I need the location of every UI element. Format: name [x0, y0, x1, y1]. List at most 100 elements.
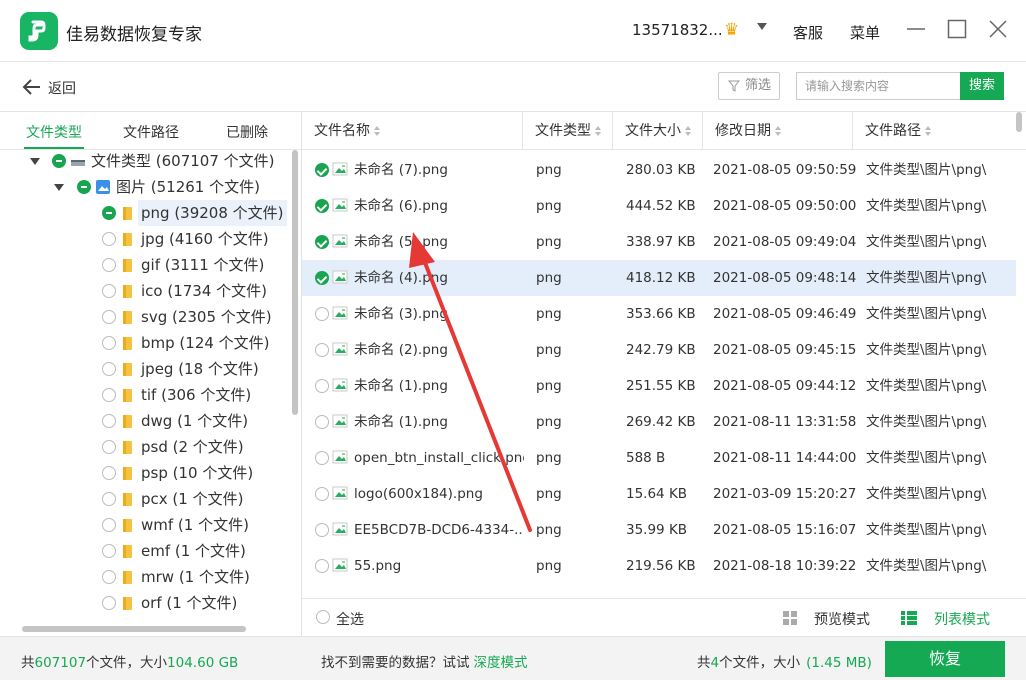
cell-path: 文件类型\图片\png\ — [866, 450, 987, 466]
table-footer: 全选 预览模式 列表模式 — [302, 598, 1026, 636]
row-checkbox[interactable] — [315, 523, 329, 537]
tree-checkbox[interactable] — [102, 284, 116, 298]
menu-button[interactable]: 菜单 — [850, 22, 880, 43]
cell-date: 2021-03-09 15:20:27 — [713, 486, 857, 502]
table-row[interactable]: 未命名 (7).png png 280.03 KB 2021-08-05 09:50:… — [302, 152, 1016, 188]
row-checkbox[interactable] — [315, 163, 329, 177]
tree-item[interactable]: svg (2305 个文件) — [0, 304, 290, 330]
preview-mode-button[interactable]: 预览模式 — [814, 609, 870, 629]
tree-label: 文件类型 (607107 个文件) — [91, 152, 275, 170]
expand-arrow-icon[interactable] — [54, 184, 64, 191]
filter-button[interactable]: 筛选 — [718, 72, 780, 100]
table-row[interactable]: 未命名 (6).png png 444.52 KB 2021-08-05 09:50:… — [302, 188, 1016, 224]
account-name[interactable]: 13571832... — [632, 21, 723, 39]
tree-checkbox[interactable] — [52, 154, 66, 168]
row-checkbox[interactable] — [315, 559, 329, 573]
search-button[interactable]: 搜索 — [960, 72, 1004, 100]
folder-icon — [123, 285, 132, 298]
grid-icon[interactable] — [783, 611, 797, 625]
tree-item[interactable]: psd (2 个文件) — [0, 434, 290, 460]
col-header-name[interactable]: 文件名称 — [302, 112, 523, 150]
row-checkbox[interactable] — [315, 343, 329, 357]
close-icon[interactable] — [987, 18, 1009, 40]
list-mode-button[interactable]: 列表模式 — [934, 609, 990, 629]
row-checkbox[interactable] — [315, 487, 329, 501]
tree-item[interactable]: psp (10 个文件) — [0, 460, 290, 486]
tree-item[interactable]: emf (1 个文件) — [0, 538, 290, 564]
tab-file-path[interactable]: 文件路径 — [123, 122, 179, 142]
tree-item[interactable]: orf (1 个文件) — [0, 590, 290, 616]
tree-checkbox[interactable] — [102, 388, 116, 402]
tree-item[interactable]: png (39208 个文件) — [0, 200, 290, 226]
list-icon[interactable] — [901, 611, 917, 625]
tree-checkbox[interactable] — [102, 362, 116, 376]
tree-root[interactable]: 文件类型 (607107 个文件) — [0, 148, 290, 174]
maximize-icon[interactable] — [946, 18, 968, 40]
tree-checkbox[interactable] — [102, 414, 116, 428]
select-all-label[interactable]: 全选 — [336, 609, 364, 629]
left-scrollbar[interactable] — [292, 150, 298, 415]
expand-arrow-icon[interactable] — [30, 158, 40, 165]
tree-checkbox[interactable] — [102, 518, 116, 532]
tree-item[interactable]: wmf (1 个文件) — [0, 512, 290, 538]
col-header-size[interactable]: 文件大小 — [613, 112, 703, 150]
tab-file-type[interactable]: 文件类型 — [26, 122, 82, 142]
cell-type: png — [536, 198, 562, 214]
tree-item[interactable]: bmp (124 个文件) — [0, 330, 290, 356]
tree-item-label: bmp (124 个文件) — [141, 334, 270, 352]
tree-checkbox[interactable] — [102, 596, 116, 610]
row-checkbox[interactable] — [315, 415, 329, 429]
row-checkbox[interactable] — [315, 451, 329, 465]
folder-icon — [123, 207, 132, 220]
tree-checkbox[interactable] — [102, 570, 116, 584]
select-all-checkbox[interactable] — [316, 610, 330, 624]
folder-icon — [123, 545, 132, 558]
row-checkbox[interactable] — [315, 271, 329, 285]
row-checkbox[interactable] — [315, 235, 329, 249]
tree-item[interactable]: jpg (4160 个文件) — [0, 226, 290, 252]
tree-checkbox[interactable] — [102, 466, 116, 480]
tree-item[interactable]: tif (306 个文件) — [0, 382, 290, 408]
tree-checkbox[interactable] — [77, 180, 91, 194]
cell-path: 文件类型\图片\png\ — [866, 558, 987, 574]
service-button[interactable]: 客服 — [793, 22, 823, 43]
tree-checkbox[interactable] — [102, 492, 116, 506]
tab-deleted[interactable]: 已删除 — [226, 122, 268, 142]
tree-item[interactable]: mrw (1 个文件) — [0, 564, 290, 590]
tree-images[interactable]: 图片 (51261 个文件) — [0, 174, 290, 200]
tree-checkbox[interactable] — [102, 440, 116, 454]
image-file-icon — [332, 198, 348, 212]
selection-summary: 共4个文件，大小 (1.45 MB) — [697, 655, 872, 671]
col-header-path[interactable]: 文件路径 — [853, 112, 1026, 150]
tree-item[interactable]: gif (3111 个文件) — [0, 252, 290, 278]
row-checkbox[interactable] — [315, 379, 329, 393]
tree-item[interactable]: dwg (1 个文件) — [0, 408, 290, 434]
folder-icon — [123, 415, 132, 428]
tree-checkbox[interactable] — [102, 232, 116, 246]
restore-button[interactable]: 恢复 — [885, 641, 1005, 677]
left-horizontal-scrollbar[interactable] — [22, 626, 246, 632]
cell-name: 未命名 (7).png — [354, 162, 448, 178]
table-scrollbar[interactable] — [1016, 112, 1022, 132]
col-header-date[interactable]: 修改日期 — [703, 112, 853, 150]
col-header-type[interactable]: 文件类型 — [523, 112, 613, 150]
row-checkbox[interactable] — [315, 199, 329, 213]
search-input[interactable] — [796, 72, 962, 100]
tree-checkbox[interactable] — [102, 544, 116, 558]
tree-checkbox[interactable] — [102, 258, 116, 272]
chevron-down-icon[interactable] — [757, 23, 767, 30]
tree-item[interactable]: jpeg (18 个文件) — [0, 356, 290, 382]
tree-checkbox[interactable] — [102, 310, 116, 324]
tree-checkbox[interactable] — [102, 206, 116, 220]
tree-item[interactable]: pcx (1 个文件) — [0, 486, 290, 512]
cell-path: 文件类型\图片\png\ — [866, 270, 987, 286]
minimize-icon[interactable] — [905, 18, 927, 40]
deep-scan-hint: 找不到需要的数据？试试 深度模式 — [321, 655, 528, 671]
table-row[interactable]: 55.png png 219.56 KB 2021-08-18 10:39:22 文件类… — [302, 548, 1016, 584]
tree-item[interactable]: ico (1734 个文件) — [0, 278, 290, 304]
folder-icon — [123, 389, 132, 402]
row-checkbox[interactable] — [315, 307, 329, 321]
deep-mode-link[interactable]: 深度模式 — [474, 655, 528, 671]
filter-label: 筛选 — [745, 78, 772, 93]
tree-checkbox[interactable] — [102, 336, 116, 350]
